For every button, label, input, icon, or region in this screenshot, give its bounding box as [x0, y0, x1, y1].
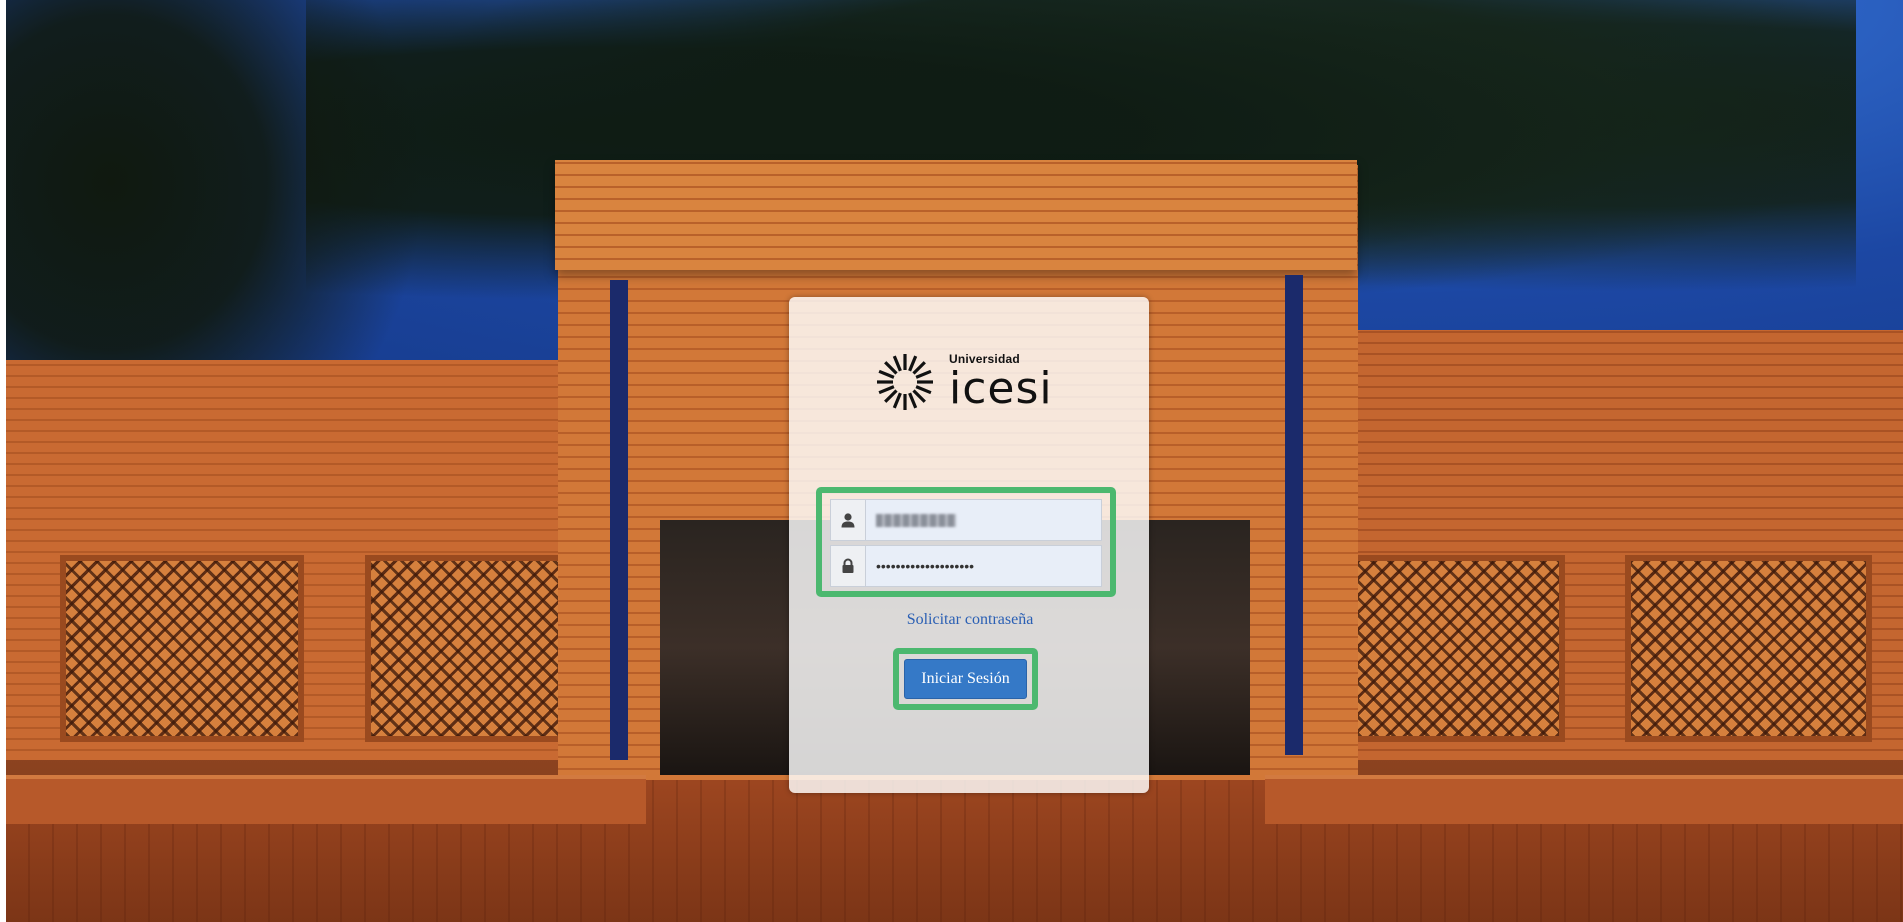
- brick-bench: [6, 775, 646, 824]
- login-button[interactable]: Iniciar Sesión: [904, 659, 1027, 699]
- login-page: Universidad icesi •••••••••••••••••••• S…: [0, 0, 1903, 922]
- blurred-username: [876, 513, 956, 527]
- brick-lattice-window: [1625, 555, 1872, 742]
- user-icon: [831, 500, 866, 540]
- sunburst-logo-icon: [877, 354, 933, 410]
- blue-pillar: [1285, 275, 1303, 755]
- logo-icesi-text: icesi: [949, 363, 1053, 414]
- username-input[interactable]: [866, 502, 1101, 538]
- brick-lattice-window: [1335, 555, 1565, 742]
- blue-pillar: [610, 280, 628, 760]
- request-password-link[interactable]: Solicitar contraseña: [820, 611, 1120, 629]
- entrance-lintel: [555, 160, 1357, 270]
- password-field: [830, 545, 1102, 587]
- username-field: [830, 499, 1102, 541]
- credentials-highlight: [816, 487, 1116, 597]
- lock-icon: [831, 546, 866, 586]
- password-input[interactable]: [866, 548, 1101, 584]
- submit-highlight: Iniciar Sesión: [893, 648, 1038, 710]
- brick-lattice-window: [60, 555, 304, 742]
- brick-lattice-window: [365, 555, 585, 742]
- university-logo: Universidad icesi: [871, 344, 1071, 420]
- brick-bench: [1265, 775, 1903, 824]
